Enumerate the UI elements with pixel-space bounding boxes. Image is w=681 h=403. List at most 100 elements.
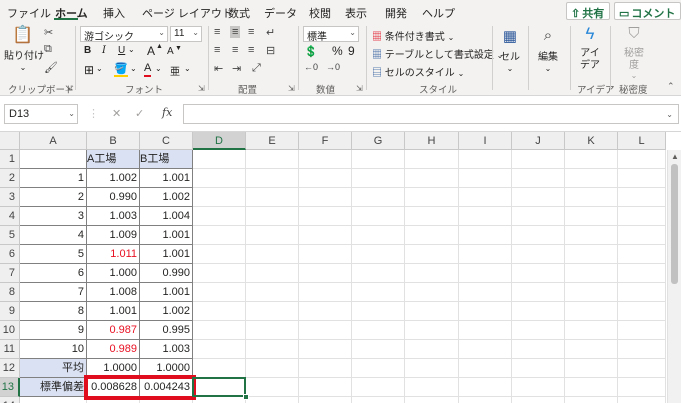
a-factory-value-cell[interactable]: 1.003 bbox=[87, 207, 140, 226]
formula-input[interactable]: ⌄ bbox=[183, 104, 679, 124]
selected-cell-d13[interactable] bbox=[192, 377, 246, 397]
sample-number-cell[interactable]: 8 bbox=[20, 302, 87, 321]
column-header-c[interactable]: C bbox=[140, 132, 193, 150]
cell[interactable] bbox=[246, 378, 299, 397]
cell[interactable] bbox=[352, 188, 405, 207]
conditional-format-button[interactable]: ▦ 条件付き書式 ⌄ bbox=[372, 28, 454, 43]
b-factory-value-cell[interactable]: 1.001 bbox=[140, 283, 193, 302]
cell[interactable] bbox=[459, 359, 512, 378]
cell[interactable] bbox=[193, 226, 246, 245]
cell[interactable] bbox=[352, 359, 405, 378]
sample-number-cell[interactable]: 10 bbox=[20, 340, 87, 359]
cell[interactable] bbox=[299, 264, 352, 283]
cell-styles-button[interactable]: ▤ セルのスタイル ⌄ bbox=[372, 64, 464, 79]
cell[interactable] bbox=[618, 378, 666, 397]
fill-handle[interactable] bbox=[243, 394, 249, 400]
cell[interactable] bbox=[512, 340, 565, 359]
column-header-f[interactable]: F bbox=[299, 132, 352, 150]
format-painter-icon[interactable]: 🖌 bbox=[44, 61, 58, 74]
tab-formulas[interactable]: 数式 bbox=[228, 5, 250, 21]
grow-font-button[interactable]: A bbox=[147, 44, 155, 58]
cell[interactable] bbox=[352, 302, 405, 321]
cell[interactable] bbox=[193, 302, 246, 321]
cell[interactable] bbox=[193, 264, 246, 283]
wrap-text-icon[interactable]: ↵ bbox=[266, 26, 275, 39]
tab-page-layout[interactable]: ページ レイアウト bbox=[142, 5, 233, 21]
cell[interactable] bbox=[459, 188, 512, 207]
cell[interactable] bbox=[459, 264, 512, 283]
cell[interactable] bbox=[512, 283, 565, 302]
shrink-font-button[interactable]: A bbox=[167, 46, 174, 57]
font-color-button[interactable]: A bbox=[144, 62, 152, 77]
cell[interactable] bbox=[405, 397, 459, 403]
row-header-3[interactable]: 3 bbox=[0, 188, 20, 207]
tab-insert[interactable]: 挿入 bbox=[103, 5, 125, 21]
a-factory-value-cell[interactable]: 1.008 bbox=[87, 283, 140, 302]
collapse-ribbon-icon[interactable]: ⌃ bbox=[667, 81, 675, 92]
sensitivity-label-1[interactable]: 秘密 bbox=[622, 48, 646, 60]
cell[interactable] bbox=[459, 340, 512, 359]
column-header-a[interactable]: A bbox=[20, 132, 87, 150]
align-middle-icon[interactable]: ≡ bbox=[230, 26, 241, 38]
font-name-select[interactable]: 游ゴシック ⌄ bbox=[80, 26, 168, 42]
row-header-12[interactable]: 12 bbox=[0, 359, 20, 378]
tab-data[interactable]: データ bbox=[264, 5, 297, 21]
a-factory-value-cell[interactable]: 1.009 bbox=[87, 226, 140, 245]
column-header-b[interactable]: B bbox=[87, 132, 140, 150]
cell[interactable] bbox=[565, 245, 618, 264]
cell[interactable] bbox=[193, 188, 246, 207]
cancel-icon[interactable]: ✕ bbox=[112, 107, 121, 120]
cell[interactable] bbox=[299, 188, 352, 207]
cell[interactable] bbox=[512, 397, 565, 403]
cell[interactable] bbox=[352, 321, 405, 340]
cell[interactable] bbox=[246, 302, 299, 321]
cell[interactable] bbox=[405, 302, 459, 321]
decrease-indent-icon[interactable]: ⇤ bbox=[214, 62, 223, 75]
currency-icon[interactable]: 💲 bbox=[304, 45, 318, 58]
cell[interactable] bbox=[246, 397, 299, 403]
table-header-a-factory[interactable]: A工場 bbox=[87, 150, 140, 169]
cell[interactable] bbox=[512, 264, 565, 283]
average-label-cell[interactable]: 平均 bbox=[20, 359, 87, 378]
sensitivity-icon[interactable]: ⛉ bbox=[624, 25, 644, 42]
cell[interactable] bbox=[299, 321, 352, 340]
cell[interactable] bbox=[459, 207, 512, 226]
tab-developer[interactable]: 開発 bbox=[385, 5, 407, 21]
cell[interactable] bbox=[352, 340, 405, 359]
tab-help[interactable]: ヘルプ bbox=[422, 5, 455, 21]
cell[interactable] bbox=[565, 169, 618, 188]
b-factory-value-cell[interactable]: 1.003 bbox=[140, 340, 193, 359]
cell[interactable] bbox=[299, 340, 352, 359]
row-header-13[interactable]: 13 bbox=[0, 378, 20, 397]
cell[interactable] bbox=[193, 207, 246, 226]
cell[interactable] bbox=[405, 321, 459, 340]
b-factory-value-cell[interactable]: 1.001 bbox=[140, 169, 193, 188]
orientation-icon[interactable]: ⤢ bbox=[252, 62, 261, 75]
cell[interactable] bbox=[618, 150, 666, 169]
row-header-1[interactable]: 1 bbox=[0, 150, 20, 169]
cell[interactable] bbox=[512, 150, 565, 169]
cell[interactable] bbox=[246, 169, 299, 188]
cell[interactable] bbox=[352, 207, 405, 226]
a-factory-value-cell[interactable]: 0.987 bbox=[87, 321, 140, 340]
cell[interactable] bbox=[565, 340, 618, 359]
cell[interactable] bbox=[246, 188, 299, 207]
cell[interactable] bbox=[193, 169, 246, 188]
cell[interactable] bbox=[193, 245, 246, 264]
b-factory-value-cell[interactable]: 1.002 bbox=[140, 188, 193, 207]
cell[interactable] bbox=[299, 226, 352, 245]
cell[interactable] bbox=[193, 397, 246, 403]
row-header-7[interactable]: 7 bbox=[0, 264, 20, 283]
sensitivity-dropdown-icon[interactable]: ⌄ bbox=[629, 70, 639, 82]
cell[interactable] bbox=[405, 359, 459, 378]
column-header-k[interactable]: K bbox=[565, 132, 618, 150]
increase-decimal-icon[interactable]: ←0 bbox=[304, 62, 318, 72]
fill-dropdown-icon[interactable]: ⌄ bbox=[130, 64, 137, 73]
b-factory-value-cell[interactable]: 0.995 bbox=[140, 321, 193, 340]
paste-dropdown-icon[interactable]: ⌄ bbox=[18, 62, 28, 74]
number-launcher-icon[interactable]: ⇲ bbox=[356, 84, 363, 93]
align-center-icon[interactable]: ≡ bbox=[232, 44, 238, 56]
row-header-10[interactable]: 10 bbox=[0, 321, 20, 340]
cell[interactable] bbox=[193, 150, 246, 169]
cell[interactable] bbox=[512, 207, 565, 226]
